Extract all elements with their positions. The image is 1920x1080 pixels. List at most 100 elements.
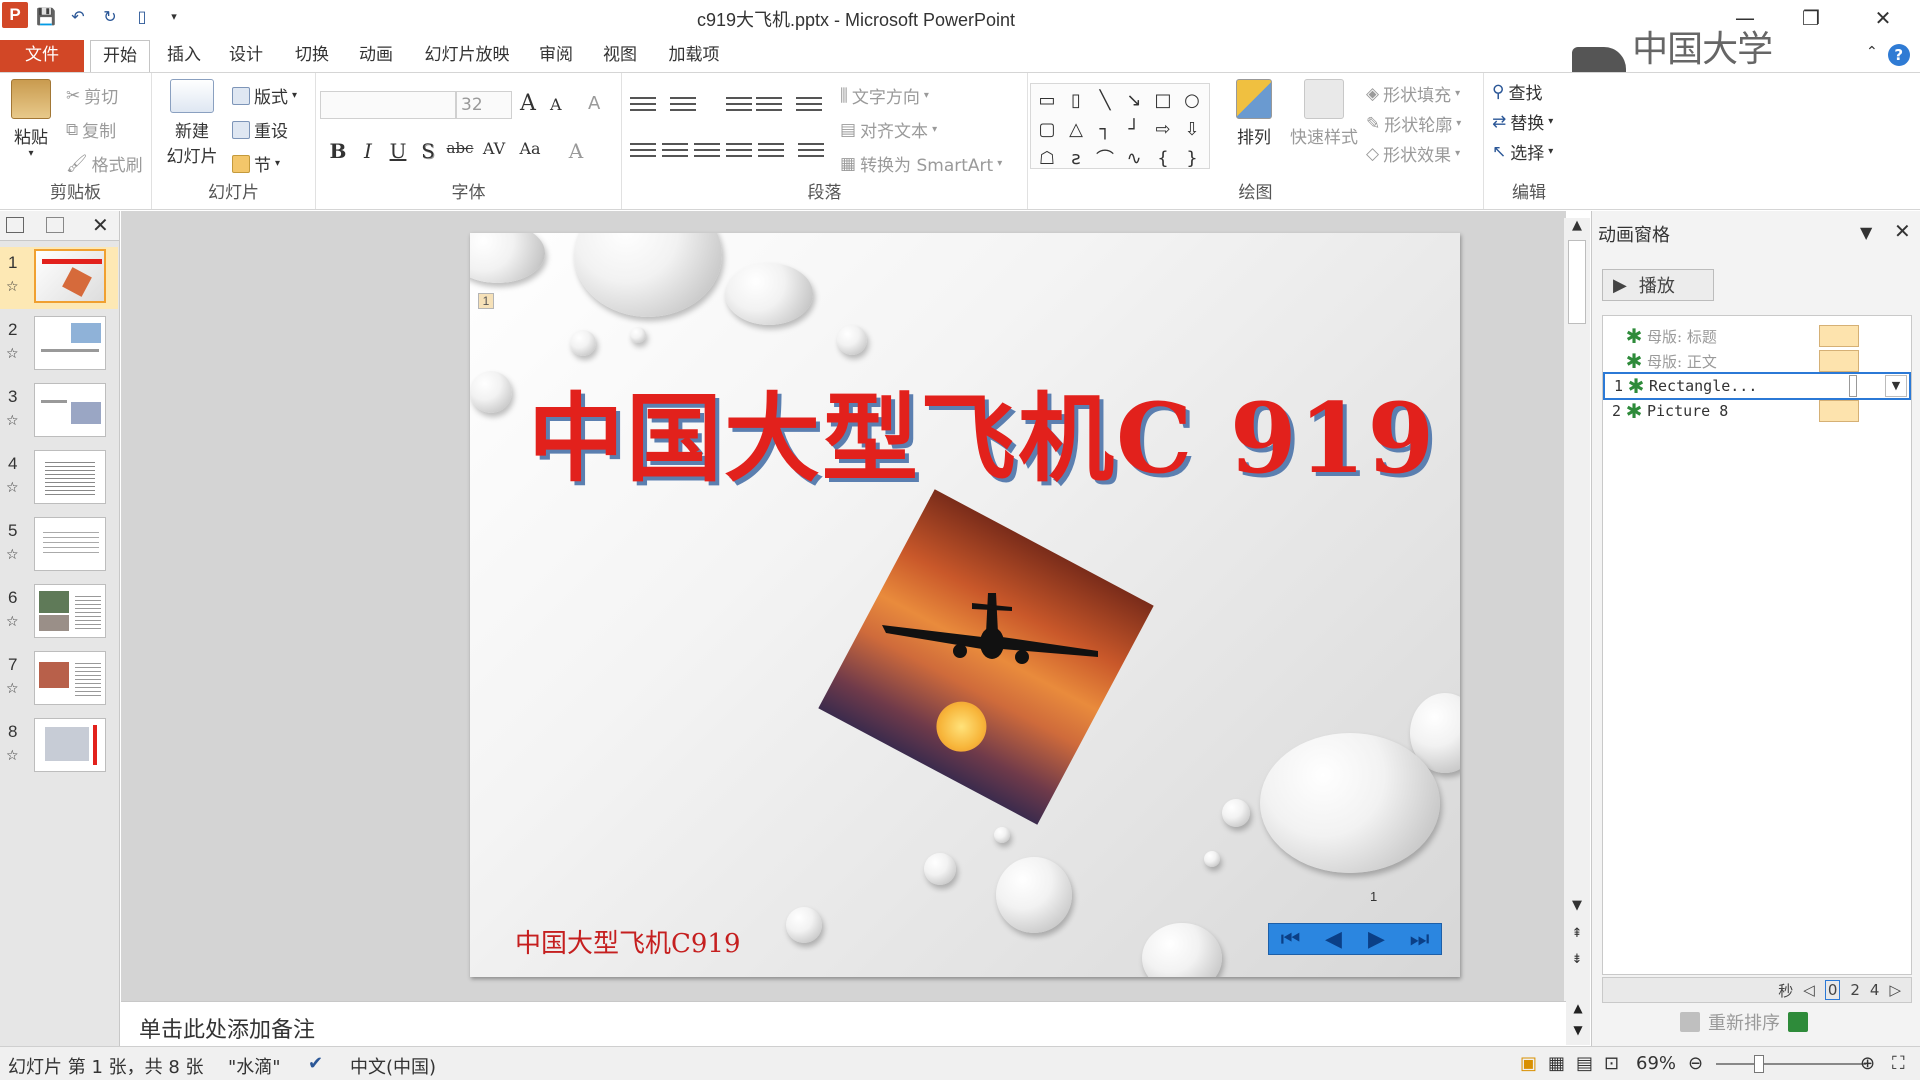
notes-scrollbar[interactable]: ▲ ▼ (1566, 1001, 1590, 1045)
arrange-button[interactable]: 排列 (1228, 79, 1280, 148)
notes-area[interactable]: 单击此处添加备注 (121, 1001, 1566, 1045)
format-painter-button[interactable]: 🖌 格式刷 (66, 151, 143, 177)
right-brace-shape-icon[interactable]: } (1178, 144, 1206, 172)
align-center-icon[interactable] (662, 139, 688, 161)
bold-button[interactable]: B (324, 139, 352, 163)
find-button[interactable]: ⚲ 查找 (1492, 79, 1542, 105)
slide-thumbnail-7[interactable]: 7 ☆ (0, 649, 118, 711)
first-slide-icon[interactable]: ⏮ (1269, 924, 1312, 954)
timeline-ruler[interactable]: 秒 ◁ 0 2 4 ▷ (1602, 977, 1912, 1003)
slide-thumbnail-1[interactable]: 1 ☆ (0, 247, 118, 309)
slide-thumbnail-3[interactable]: 3 ☆ (0, 381, 118, 443)
shape-fill-button[interactable]: ◈ 形状填充 ▾ (1366, 81, 1460, 107)
font-size-combobox[interactable]: 32 (456, 91, 512, 119)
tab-file[interactable]: 文件 (0, 40, 84, 72)
slide-thumbnail-4[interactable]: 4 ☆ (0, 448, 118, 510)
normal-view-icon[interactable]: ▣ (1520, 1053, 1537, 1074)
scribble-shape-icon[interactable]: ƨ (1062, 144, 1090, 172)
shape-outline-button[interactable]: ✎ 形状轮廓 ▾ (1366, 111, 1461, 137)
tab-design[interactable]: 设计 (218, 40, 274, 72)
spell-check-icon[interactable]: ✔ (308, 1053, 323, 1074)
play-button[interactable]: ▶ 播放 (1602, 269, 1714, 301)
animation-item[interactable]: 2 ✱ Picture 8 (1603, 397, 1911, 425)
slide-footer-text[interactable]: 中国大型飞机C919 (515, 923, 741, 960)
tab-insert[interactable]: 插入 (156, 40, 212, 72)
oval-shape-icon[interactable]: ○ (1178, 86, 1206, 114)
right-arrow-shape-icon[interactable]: ⇨ (1149, 115, 1177, 143)
timeline-left-icon[interactable]: ◁ (1803, 981, 1815, 999)
font-color-button[interactable]: A (562, 139, 590, 163)
slide-title[interactable]: 中国大型飞机C 919 (528, 361, 1436, 500)
fit-to-window-icon[interactable]: ⛶ (1892, 1053, 1905, 1074)
freeform-shape-icon[interactable]: ☖ (1033, 144, 1061, 172)
zoom-out-icon[interactable]: ⊖ (1688, 1053, 1703, 1074)
reading-view-icon[interactable]: ▤ (1576, 1053, 1593, 1074)
zoom-in-icon[interactable]: ⊕ (1860, 1053, 1875, 1074)
timeline-right-icon[interactable]: ▷ (1889, 981, 1901, 999)
tab-view[interactable]: 视图 (592, 40, 648, 72)
previous-slide-scroll-icon[interactable]: ⇞ (1564, 926, 1590, 941)
notes-scroll-down-icon[interactable]: ▼ (1566, 1023, 1590, 1037)
scrollbar-thumb[interactable] (1568, 240, 1586, 324)
section-button[interactable]: 节 ▾ (232, 151, 280, 176)
zoom-level[interactable]: 69% (1636, 1053, 1676, 1074)
animation-timing-bar[interactable] (1849, 375, 1857, 397)
text-direction-button[interactable]: ⫼ 文字方向 ▾ (840, 83, 929, 109)
animation-item[interactable]: ✱ 母版: 标题 (1603, 322, 1911, 350)
italic-button[interactable]: I (354, 139, 382, 163)
grow-font-button[interactable]: A (520, 91, 536, 116)
animation-timing-bar[interactable] (1819, 325, 1859, 347)
airplane-sunset-picture[interactable] (818, 489, 1154, 825)
cut-button[interactable]: ✂ 剪切 (66, 83, 118, 109)
quick-styles-button[interactable]: 快速样式 (1286, 79, 1362, 148)
numbering-icon[interactable] (670, 93, 696, 115)
animation-item[interactable]: ✱ 母版: 正文 (1603, 347, 1911, 375)
line-spacing-icon[interactable] (796, 93, 822, 115)
text-shadow-button[interactable]: S (414, 139, 442, 163)
slide-thumbnail-2[interactable]: 2 ☆ (0, 314, 118, 376)
font-name-combobox[interactable] (320, 91, 456, 119)
shrink-font-button[interactable]: A (550, 95, 562, 114)
tab-transitions[interactable]: 切换 (284, 40, 340, 72)
shapes-gallery[interactable]: ▭ ▯ ╲ ↘ □ ○ ▢ △ ┐ ┘ ⇨ ⇩ ☖ ƨ ⌒ ∿ { } (1030, 83, 1210, 172)
scroll-up-icon[interactable]: ▲ (1564, 218, 1590, 233)
thumbnail-pane-close-icon[interactable]: ✕ (92, 213, 109, 237)
animation-pane-close-icon[interactable]: ✕ (1894, 219, 1911, 243)
outline-tab[interactable] (46, 217, 64, 233)
slide-thumbnail-5[interactable]: 5 ☆ (0, 515, 118, 577)
paste-button[interactable]: 粘贴 ▾ (6, 79, 56, 159)
elbow-connector-shape-icon[interactable]: ┐ (1091, 115, 1119, 143)
last-slide-icon[interactable]: ⏭ (1398, 924, 1441, 954)
pane-options-icon[interactable]: ▼ (1860, 223, 1872, 242)
elbow-arrow-shape-icon[interactable]: ┘ (1120, 115, 1148, 143)
select-button[interactable]: ↖ 选择 ▾ (1492, 139, 1553, 165)
move-down-icon[interactable] (1788, 1012, 1808, 1032)
language-status[interactable]: 中文(中国) (350, 1053, 436, 1079)
move-up-icon[interactable] (1680, 1012, 1700, 1032)
slides-tab[interactable] (6, 217, 24, 233)
minimize-ribbon-icon[interactable]: ⌃ (1866, 44, 1878, 66)
copy-button[interactable]: ⧉ 复制 (66, 117, 116, 143)
line-shape-icon[interactable]: ╲ (1091, 86, 1119, 114)
justify-icon[interactable] (726, 139, 752, 161)
slide-thumbnail-8[interactable]: 8 ☆ (0, 716, 118, 778)
strikethrough-button[interactable]: abc (446, 139, 474, 157)
triangle-shape-icon[interactable]: △ (1062, 115, 1090, 143)
underline-button[interactable]: U (384, 139, 412, 163)
convert-smartart-button[interactable]: ▦ 转换为 SmartArt ▾ (840, 151, 1002, 177)
vertical-textbox-shape-icon[interactable]: ▯ (1062, 86, 1090, 114)
slide-thumbnail-6[interactable]: 6 ☆ (0, 582, 118, 644)
align-text-button[interactable]: ▤ 对齐文本 ▾ (840, 117, 937, 143)
reset-button[interactable]: 重设 (232, 117, 288, 142)
decrease-indent-icon[interactable] (726, 93, 752, 115)
clear-formatting-button[interactable]: A (588, 93, 600, 114)
tab-review[interactable]: 审阅 (528, 40, 584, 72)
zoom-slider-thumb[interactable] (1754, 1055, 1764, 1073)
layout-button[interactable]: 版式 ▾ (232, 83, 297, 108)
animation-item-selected[interactable]: 1 ✱ Rectangle... ▼ (1603, 372, 1911, 400)
down-arrow-shape-icon[interactable]: ⇩ (1178, 115, 1206, 143)
animation-timing-bar[interactable] (1819, 350, 1859, 372)
arrow-line-shape-icon[interactable]: ↘ (1120, 86, 1148, 114)
rounded-rect-shape-icon[interactable]: ▢ (1033, 115, 1061, 143)
help-icon[interactable]: ? (1887, 44, 1910, 66)
